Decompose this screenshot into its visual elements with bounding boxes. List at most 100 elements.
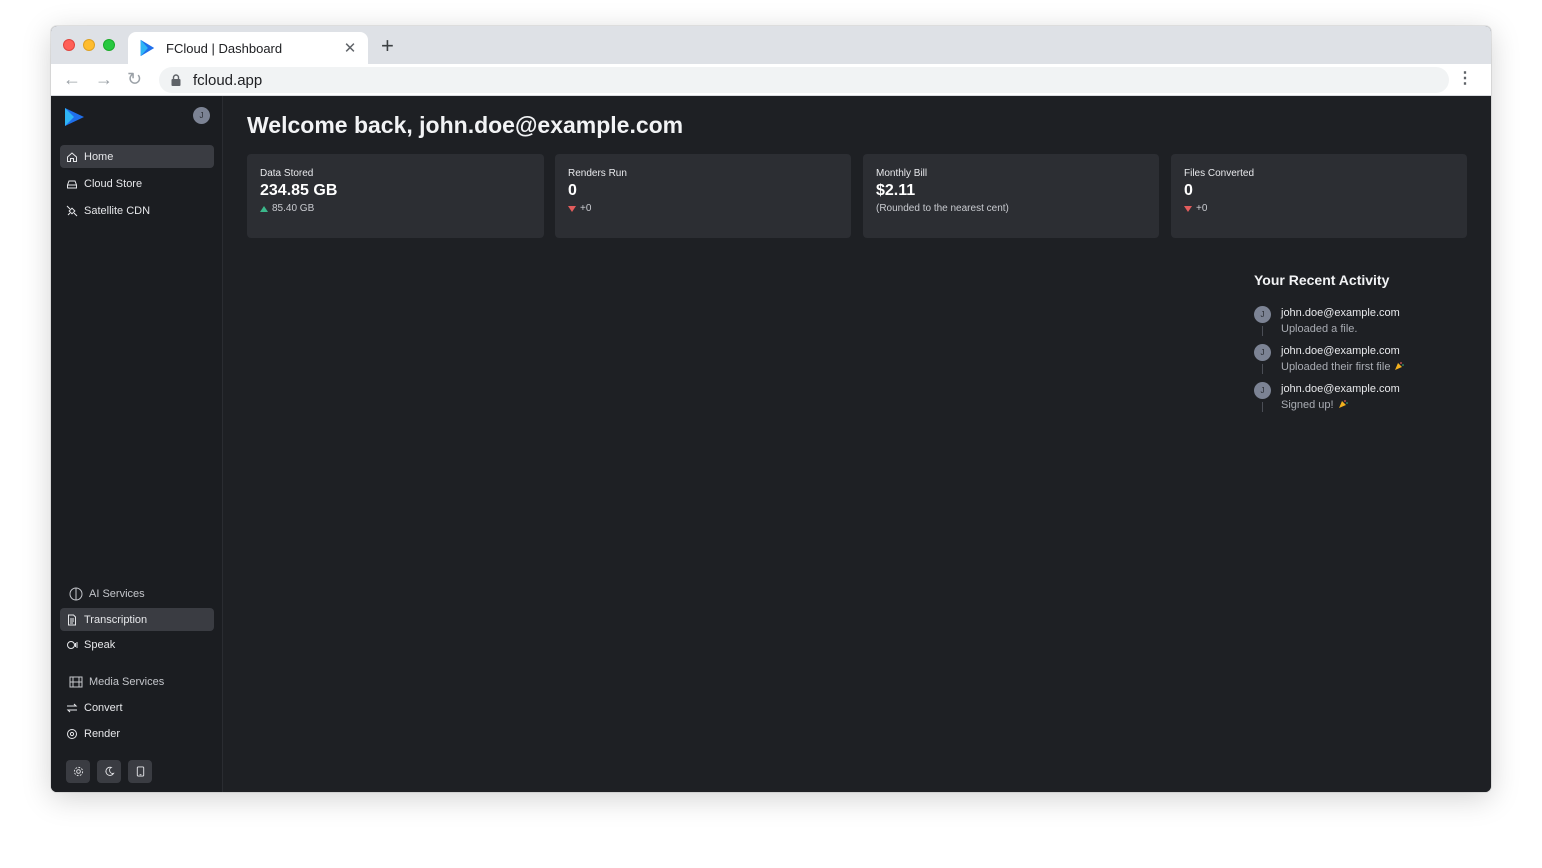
sidebar-item-home[interactable]: Home [60,145,214,168]
recent-activity: Your Recent Activity J john.doe@example.… [1254,272,1434,420]
page-title: Welcome back, john.doe@example.com [247,112,684,138]
timeline-connector [1262,326,1263,336]
sidebar-item-label: Satellite CDN [84,204,151,217]
browser-window: FCloud | Dashboard ✕ + ← → ↻ fcloud.app … [51,26,1491,792]
trend-down-icon [568,205,576,212]
activity-user: john.doe@example.com [1281,307,1400,319]
browser-menu-icon[interactable]: ⋮ [1457,70,1473,88]
stat-card-files-converted: Files Converted 0 +0 [1171,154,1467,238]
trend-up-icon [260,205,268,212]
address-bar[interactable]: fcloud.app [159,67,1449,93]
activity-text: Uploaded their first file [1281,361,1405,373]
minimize-window-button[interactable] [83,39,95,51]
sidebar-item-convert[interactable]: Convert [60,696,214,719]
sidebar-item-satellite-cdn[interactable]: Satellite CDN [60,199,214,222]
app-root: J Home Cloud Store Satellite CDN AI Serv… [51,96,1491,792]
stat-delta-text: +0 [580,203,592,214]
activity-avatar: J [1254,382,1271,399]
stat-label: Monthly Bill [876,168,928,179]
film-icon [69,676,83,688]
satellite-icon [66,205,78,216]
maximize-window-button[interactable] [103,39,115,51]
sidebar: J Home Cloud Store Satellite CDN AI Serv… [51,96,223,792]
main-content: Welcome back, john.doe@example.com Data … [223,96,1491,792]
section-ai-services: AI Services [69,587,145,601]
browser-toolbar: ← → ↻ fcloud.app ⋮ [51,64,1491,96]
lock-icon [171,74,181,86]
back-arrow-icon[interactable]: ← [63,69,81,89]
stat-delta: (Rounded to the nearest cent) [876,203,1146,214]
new-tab-button[interactable]: + [381,35,394,57]
stat-value: 0 [1184,182,1193,199]
section-label: Media Services [89,676,165,688]
browser-tabstrip: FCloud | Dashboard ✕ + [51,26,1491,64]
sidebar-item-speak[interactable]: Speak [60,633,214,656]
settings-button[interactable] [66,760,90,783]
browser-tab[interactable]: FCloud | Dashboard ✕ [128,32,368,64]
close-window-button[interactable] [63,39,75,51]
activity-user: john.doe@example.com [1281,345,1400,357]
tablet-icon [136,766,144,777]
sidebar-item-render[interactable]: Render [60,722,214,745]
activity-title: Your Recent Activity [1254,272,1390,288]
stat-delta: +0 [1184,203,1454,214]
sidebar-item-label: Speak [84,638,116,651]
activity-user: john.doe@example.com [1281,383,1400,395]
sidebar-item-label: Convert [84,701,123,714]
speak-icon [67,640,78,649]
stat-card-data-stored: Data Stored 234.85 GB 85.40 GB [247,154,544,238]
user-avatar[interactable]: J [193,107,210,124]
party-popper-icon [1395,362,1405,370]
activity-text: Uploaded a file. [1281,323,1357,335]
stat-label: Files Converted [1184,168,1255,179]
drive-icon [67,180,77,188]
stat-card-renders-run: Renders Run 0 +0 [555,154,851,238]
stat-delta-text: (Rounded to the nearest cent) [876,203,1009,214]
stat-value: $2.11 [876,182,916,199]
sidebar-item-label: Transcription [84,613,148,626]
ai-icon [69,587,83,601]
fcloud-logo-icon[interactable] [63,107,85,127]
activity-description: Signed up! [1281,399,1334,411]
stat-card-monthly-bill: Monthly Bill $2.11 (Rounded to the neare… [863,154,1159,238]
sidebar-item-label: Home [84,150,114,163]
stat-value: 234.85 GB [260,182,338,199]
forward-arrow-icon[interactable]: → [95,69,113,89]
activity-avatar: J [1254,306,1271,323]
convert-icon [66,703,78,712]
activity-item: J john.doe@example.com Signed up! [1254,382,1434,420]
stat-label: Data Stored [260,168,314,179]
tab-title: FCloud | Dashboard [166,40,283,56]
document-icon [68,614,76,625]
render-icon [67,728,77,739]
activity-item: J john.doe@example.com Uploaded their fi… [1254,344,1434,382]
theme-toggle-button[interactable] [97,760,121,783]
activity-description: Uploaded a file. [1281,323,1358,335]
tab-close-icon[interactable]: ✕ [342,39,358,57]
sidebar-footer [66,760,152,783]
stat-delta-text: 85.40 GB [272,203,315,214]
stat-value: 0 [568,182,577,199]
stat-label: Renders Run [568,168,627,179]
trend-down-icon [1184,205,1192,212]
section-media-services: Media Services [69,675,164,689]
stat-delta: 85.40 GB [260,203,531,214]
stat-delta: +0 [568,203,838,214]
sidebar-item-label: Render [84,727,121,740]
section-label: AI Services [89,588,145,600]
timeline-connector [1262,364,1263,374]
fcloud-logo-icon [140,39,155,57]
device-button[interactable] [128,760,152,783]
stat-delta-text: +0 [1196,203,1208,214]
activity-description: Uploaded their first file [1281,361,1391,373]
sidebar-item-cloud-store[interactable]: Cloud Store [60,172,214,195]
moon-icon [104,766,115,776]
reload-icon[interactable]: ↻ [127,69,142,89]
sidebar-item-transcription[interactable]: Transcription [60,608,214,631]
settings-icon [73,766,83,777]
url-text: fcloud.app [193,71,263,89]
activity-item: J john.doe@example.com Uploaded a file. [1254,306,1434,344]
activity-list: J john.doe@example.com Uploaded a file. … [1254,306,1434,420]
party-popper-icon [1338,400,1348,408]
home-icon [67,151,77,162]
